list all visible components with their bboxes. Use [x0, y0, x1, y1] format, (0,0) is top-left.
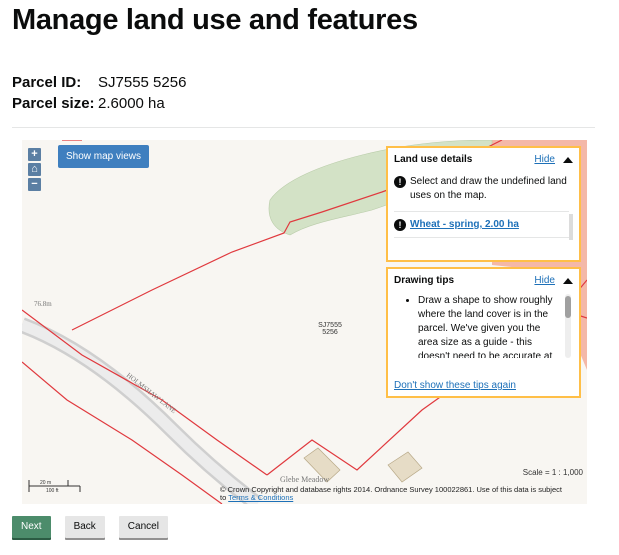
terms-conditions-link[interactable]: Terms & Conditions [228, 493, 293, 502]
collapse-triangle-icon[interactable] [563, 277, 573, 284]
elevation-label: 76.8m [34, 300, 52, 308]
land-use-hide-link[interactable]: Hide [534, 154, 555, 165]
land-use-panel-title: Land use details [394, 154, 473, 165]
drawing-tips-body: Draw a shape to show roughly where the l… [394, 294, 573, 358]
scale-bar-metres: 20 m [40, 480, 51, 486]
building-label: Glebe Meadow [280, 475, 329, 484]
parcel-label-line2: 5256 [322, 329, 338, 336]
land-use-instruction: ! Select and draw the undefined land use… [388, 165, 579, 203]
parcel-label-line1: SJ7555 [318, 322, 342, 329]
show-map-views-button[interactable]: Show map views [58, 145, 150, 168]
drawing-tip-item: Draw a shape to show roughly where the l… [418, 294, 561, 358]
parcel-size-value: 2.6000 ha [98, 95, 165, 112]
map-view[interactable]: 76.8m SJ7555 5256 HOLMSHAW LANE Glebe Me… [22, 140, 587, 504]
drawing-tips-list: Draw a shape to show roughly where the l… [394, 294, 561, 358]
land-use-scrollbar[interactable] [569, 214, 573, 240]
home-icon[interactable]: ⌂ [28, 163, 41, 176]
land-use-panel-header: Land use details Hide [388, 148, 579, 165]
zoom-out-button[interactable]: − [28, 178, 41, 191]
parcel-size-label: Parcel size: [12, 95, 95, 112]
next-button[interactable]: Next [12, 516, 51, 538]
map-scale-text: Scale = 1 : 1,000 [522, 468, 583, 477]
drawing-tips-title: Drawing tips [394, 275, 455, 286]
drawing-tips-header: Drawing tips Hide [388, 269, 579, 286]
scale-bar-feet: 100 ft [46, 488, 59, 494]
dont-show-tips-link[interactable]: Don't show these tips again [394, 380, 516, 391]
drawing-tips-hide-group: Hide [534, 275, 573, 286]
warning-icon: ! [394, 176, 406, 188]
map-copyright: © Crown Copyright and database rights 20… [220, 486, 587, 502]
page-title: Manage land use and features [12, 4, 418, 36]
drawing-tips-panel: Drawing tips Hide Draw a shape to show r… [386, 267, 581, 398]
form-buttons: Next Back Cancel [12, 516, 168, 538]
section-divider [12, 127, 595, 128]
building-b [387, 451, 423, 483]
land-use-panel-hide-group: Hide [534, 154, 573, 165]
drawing-tips-hide-link[interactable]: Hide [534, 275, 555, 286]
zoom-controls: + ⌂ − [28, 148, 41, 191]
parcel-id-value: SJ7555 5256 [98, 74, 187, 91]
collapse-triangle-icon[interactable] [563, 156, 573, 163]
cancel-button[interactable]: Cancel [118, 516, 168, 538]
parcel-id-label: Parcel ID: [12, 74, 82, 91]
scale-bar-graphic: 20 m 100 ft [28, 480, 81, 494]
parcel-size-row: Parcel size: 2.6000 ha [12, 93, 186, 114]
parcel-id-row: Parcel ID: SJ7555 5256 [12, 72, 186, 93]
scale-bar: 20 m 100 ft [28, 476, 88, 501]
drawing-tips-scroll-thumb[interactable] [565, 296, 571, 318]
land-use-item-link[interactable]: Wheat - spring, 2.00 ha [410, 219, 519, 230]
land-use-instruction-text: Select and draw the undefined land uses … [410, 176, 567, 201]
land-use-panel: Land use details Hide ! Select and draw … [386, 146, 581, 262]
copyright-to: to [220, 493, 227, 502]
parcel-meta: Parcel ID: SJ7555 5256 Parcel size: 2.60… [12, 72, 186, 114]
back-button[interactable]: Back [64, 516, 105, 538]
land-use-list: ! Wheat - spring, 2.00 ha [394, 211, 573, 240]
zoom-in-button[interactable]: + [28, 148, 41, 161]
warning-icon: ! [394, 219, 406, 231]
